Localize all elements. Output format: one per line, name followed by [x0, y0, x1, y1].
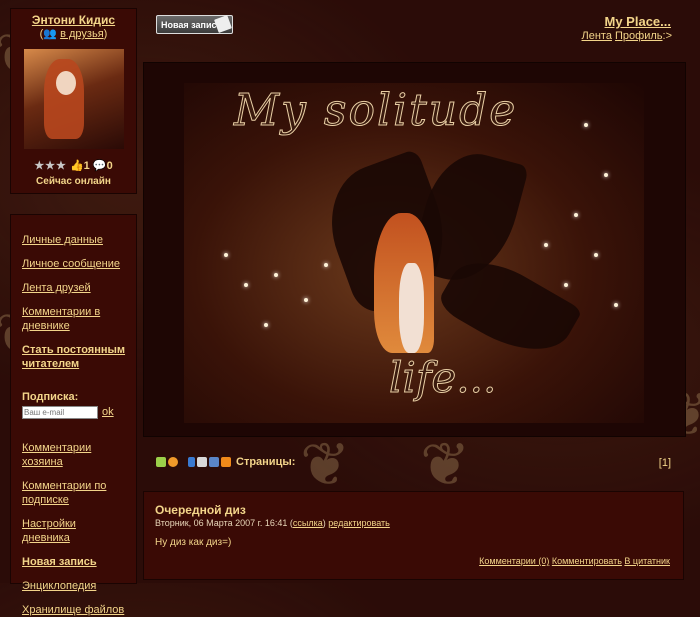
count-a: 1	[83, 160, 90, 172]
top-links: Лента Профиль:>	[582, 30, 673, 42]
post-footer: Комментарии (0) Комментировать В цитатни…	[479, 556, 670, 566]
comment-link[interactable]: Комментировать	[552, 556, 622, 566]
tag-icon[interactable]	[156, 457, 166, 467]
menu-personal-data[interactable]: Личные данные	[11, 233, 136, 247]
permalink[interactable]: ссылка	[293, 518, 323, 528]
comments-link[interactable]: Комментарии (0)	[479, 556, 549, 566]
friend-suffix: )	[103, 28, 108, 40]
avatar[interactable]	[23, 49, 124, 149]
sparkle	[614, 303, 618, 307]
banner-image: My solitude life...	[184, 83, 644, 423]
add-friend-link[interactable]: в друзья	[60, 28, 104, 40]
post-date: Вторник, 06 Марта 2007 г. 16:41 (	[155, 518, 293, 528]
banner-frame: My solitude life...	[143, 62, 686, 437]
toolbar-icons: Страницы:	[156, 456, 295, 468]
users-icon: 👥	[43, 28, 58, 40]
menu-new-entry[interactable]: Новая запись	[11, 555, 136, 569]
menu-diary-settings[interactable]: Настройки дневника	[11, 517, 136, 545]
sparkle	[564, 283, 568, 287]
profile-card: Энтони Кидис (👥 в друзья) ★★★ 👍1 💬0 Сейч…	[10, 8, 137, 194]
subscribe-form: ok	[11, 403, 136, 421]
avatar-face	[55, 71, 76, 95]
count-b: 0	[106, 160, 113, 172]
sparkle	[274, 273, 278, 277]
banner-life-text: life...	[388, 353, 497, 403]
post-body: Ну диз как диз=)	[155, 537, 232, 548]
new-entry-label: Новая запись	[161, 20, 223, 30]
sparkle	[324, 263, 328, 267]
new-entry-button[interactable]: Новая запись	[156, 15, 233, 34]
menu-file-storage[interactable]: Хранилище файлов	[11, 603, 136, 617]
thumb-icon: 👍	[69, 160, 84, 172]
username-link[interactable]: Энтони Кидис	[11, 13, 136, 27]
print-icon[interactable]	[197, 457, 207, 467]
quote-link[interactable]: В цитатник	[624, 556, 670, 566]
sparkle	[584, 123, 588, 127]
menu-encyclopedia[interactable]: Энциклопедия	[11, 579, 136, 593]
sparkle	[224, 253, 228, 257]
post-card: Очередной диз Вторник, 06 Марта 2007 г. …	[143, 491, 684, 580]
menu-friends-feed[interactable]: Лента друзей	[11, 281, 136, 295]
menu-private-message[interactable]: Личное сообщение	[11, 257, 136, 271]
menu-become-reader[interactable]: Стать постоянным читателем	[11, 343, 136, 371]
edit-link[interactable]: редактировать	[328, 518, 390, 528]
smile-icon[interactable]	[168, 457, 178, 467]
profile-link[interactable]: Профиль	[615, 30, 663, 42]
pencil-icon	[214, 15, 232, 33]
rss-icon[interactable]	[221, 457, 231, 467]
site-title[interactable]: My Place...	[605, 14, 671, 29]
phone-icon[interactable]	[188, 457, 195, 467]
pages-label: Страницы:	[236, 456, 296, 468]
sidebar-menu: Личные данные Личное сообщение Лента дру…	[10, 214, 137, 616]
sparkle	[594, 253, 598, 257]
save-icon[interactable]	[209, 457, 219, 467]
profile-suffix: :>	[662, 30, 672, 42]
ok-button[interactable]: ok	[102, 405, 114, 419]
sparkle	[604, 173, 608, 177]
profile-stats: ★★★ 👍1 💬0	[11, 159, 136, 172]
subscribe-label: Подписка:	[22, 391, 79, 403]
post-meta: Вторник, 06 Марта 2007 г. 16:41 (ссылка)…	[155, 518, 390, 528]
add-friend: (👥 в друзья)	[11, 27, 136, 40]
sparkle	[544, 243, 548, 247]
menu-owner-comments[interactable]: Комментарии хозяина	[11, 441, 136, 469]
comment-icon: 💬	[92, 160, 107, 172]
fairy-girl	[374, 213, 444, 363]
banner-title: My solitude	[233, 85, 518, 137]
girl-body	[399, 263, 424, 353]
menu-diary-comments[interactable]: Комментарии в дневнике	[11, 305, 136, 333]
feed-link[interactable]: Лента	[582, 30, 612, 42]
rating-stars-icon: ★★★	[34, 160, 67, 172]
sparkle	[304, 298, 308, 302]
sparkle	[244, 283, 248, 287]
sidebar: Энтони Кидис (👥 в друзья) ★★★ 👍1 💬0 Сейч…	[10, 8, 137, 616]
online-status: Сейчас онлайн	[36, 176, 111, 187]
date-close: )	[322, 518, 326, 528]
email-input[interactable]	[22, 405, 98, 419]
sparkle	[574, 213, 578, 217]
post-title[interactable]: Очередной диз	[155, 503, 246, 517]
post-toolbar: Страницы: [1]	[143, 451, 684, 475]
menu-subscription-comments[interactable]: Комментарии по подписке	[11, 479, 136, 507]
sparkle	[264, 323, 268, 327]
page-number[interactable]: [1]	[659, 457, 671, 469]
